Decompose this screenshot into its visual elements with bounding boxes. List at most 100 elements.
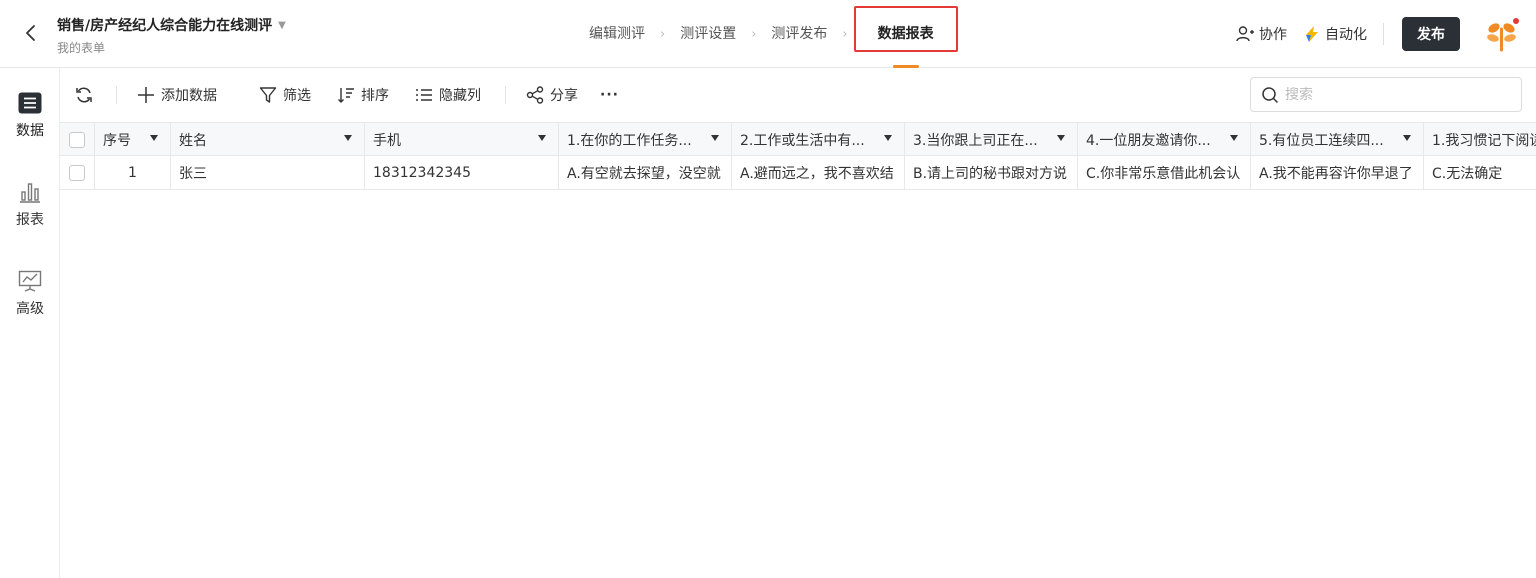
top-header: 销售/房产经纪人综合能力在线测评 ▼ 我的表单 编辑测评 › 测评设置 › 测评发… bbox=[0, 0, 1536, 68]
caret-down-icon[interactable] bbox=[344, 135, 352, 141]
caret-down-icon: ▼ bbox=[278, 20, 286, 31]
sidebar-item-label: 高级 bbox=[16, 301, 44, 317]
column-header[interactable]: 2.工作或生活中有... bbox=[732, 123, 905, 157]
form-subtitle: 我的表单 bbox=[57, 41, 106, 55]
refresh-button[interactable] bbox=[74, 85, 100, 105]
sidebar-item-data[interactable]: 数据 bbox=[0, 92, 60, 162]
collaborate-button[interactable]: 协作 bbox=[1235, 24, 1287, 44]
chevron-right-icon: › bbox=[660, 26, 666, 42]
data-toolbar: 添加数据 筛选 排序 隐藏列 分享 ··· bbox=[60, 68, 1536, 122]
search-input[interactable] bbox=[1285, 86, 1505, 103]
filter-button[interactable]: 筛选 bbox=[259, 85, 311, 105]
divider bbox=[505, 86, 506, 104]
column-header-label: 1.我习惯记下阅读 bbox=[1432, 133, 1536, 149]
column-header[interactable]: 3.当你跟上司正在... bbox=[905, 123, 1078, 157]
cell-answer[interactable]: A.有空就去探望，没空就 bbox=[559, 156, 732, 190]
add-user-icon bbox=[1236, 26, 1254, 42]
filter-icon bbox=[259, 87, 277, 103]
hide-columns-button[interactable]: 隐藏列 bbox=[415, 85, 481, 105]
hide-columns-label: 隐藏列 bbox=[439, 88, 481, 104]
row-select-cell bbox=[60, 156, 95, 190]
table-row[interactable]: 1 张三 18312342345 A.有空就去探望，没空就 A.避而远之，我不喜… bbox=[60, 156, 1536, 190]
cell-answer[interactable]: C.无法确定 bbox=[1424, 156, 1536, 190]
automation-label: 自动化 bbox=[1325, 27, 1367, 43]
column-header-label: 姓名 bbox=[179, 133, 207, 149]
list-icon bbox=[18, 92, 42, 114]
filter-label: 筛选 bbox=[283, 88, 311, 104]
sort-button[interactable]: 排序 bbox=[337, 85, 389, 105]
caret-down-icon[interactable] bbox=[538, 135, 546, 141]
column-header[interactable]: 序号 bbox=[95, 123, 171, 157]
presentation-chart-icon bbox=[18, 270, 42, 292]
select-all-cell bbox=[60, 123, 95, 157]
sidebar-item-advanced[interactable]: 高级 bbox=[0, 270, 60, 340]
list-lines-icon bbox=[416, 89, 432, 101]
cell-answer[interactable]: A.避而远之，我不喜欢结 bbox=[732, 156, 905, 190]
step-data-report[interactable]: 数据报表 bbox=[853, 0, 958, 68]
column-header[interactable]: 1.在你的工作任务... bbox=[559, 123, 732, 157]
highlight-box bbox=[853, 6, 958, 52]
add-data-label: 添加数据 bbox=[161, 88, 217, 104]
collaborate-label: 协作 bbox=[1259, 27, 1287, 43]
caret-down-icon[interactable] bbox=[711, 135, 719, 141]
column-header-label: 2.工作或生活中有... bbox=[740, 133, 865, 149]
step-publish[interactable]: 测评发布 bbox=[762, 0, 836, 68]
column-header[interactable]: 姓名 bbox=[171, 123, 365, 157]
column-header-label: 5.有位员工连续四... bbox=[1259, 133, 1384, 149]
table-header-row: 序号 姓名 手机 1.在你的工作任务... 2.工作或生活中有... 3.当你跟… bbox=[60, 122, 1536, 157]
form-title-dropdown[interactable]: 销售/房产经纪人综合能力在线测评 ▼ bbox=[57, 15, 286, 35]
add-data-button[interactable]: 添加数据 bbox=[137, 85, 217, 105]
more-button[interactable]: ··· bbox=[600, 87, 619, 103]
caret-down-icon[interactable] bbox=[1403, 135, 1411, 141]
brand-logo bbox=[1482, 14, 1522, 54]
column-header[interactable]: 4.一位朋友邀请你... bbox=[1078, 123, 1251, 157]
caret-down-icon[interactable] bbox=[150, 135, 158, 141]
column-header[interactable]: 手机 bbox=[365, 123, 559, 157]
column-header[interactable]: 5.有位员工连续四... bbox=[1251, 123, 1424, 157]
cell-index: 1 bbox=[95, 156, 171, 190]
header-actions: 协作 自动化 发布 bbox=[1235, 0, 1536, 68]
cell-name[interactable]: 张三 bbox=[171, 156, 365, 190]
bar-chart-icon bbox=[20, 183, 40, 203]
share-icon bbox=[526, 86, 544, 104]
caret-down-icon[interactable] bbox=[1057, 135, 1065, 141]
column-header-label: 3.当你跟上司正在... bbox=[913, 133, 1038, 149]
caret-down-icon[interactable] bbox=[884, 135, 892, 141]
divider bbox=[116, 86, 117, 104]
chevron-right-icon: › bbox=[842, 26, 848, 42]
step-settings[interactable]: 测评设置 bbox=[671, 0, 745, 68]
column-header-label: 手机 bbox=[373, 133, 401, 149]
column-header-label: 序号 bbox=[103, 133, 131, 149]
lightning-icon bbox=[1306, 26, 1318, 42]
step-nav: 编辑测评 › 测评设置 › 测评发布 › 数据报表 bbox=[580, 0, 958, 68]
cell-phone[interactable]: 18312342345 bbox=[365, 156, 559, 190]
row-checkbox[interactable] bbox=[69, 165, 85, 181]
refresh-icon bbox=[76, 87, 92, 103]
plus-icon bbox=[138, 87, 154, 103]
cell-answer[interactable]: B.请上司的秘书跟对方说 bbox=[905, 156, 1078, 190]
more-dots-icon: ··· bbox=[600, 87, 619, 103]
back-arrow-icon[interactable] bbox=[20, 22, 42, 44]
sort-label: 排序 bbox=[361, 88, 389, 104]
share-label: 分享 bbox=[550, 88, 578, 104]
cell-answer[interactable]: A.我不能再容许你早退了 bbox=[1251, 156, 1424, 190]
column-header[interactable]: 1.我习惯记下阅读 bbox=[1424, 123, 1536, 157]
divider bbox=[1383, 23, 1384, 45]
caret-down-icon[interactable] bbox=[1230, 135, 1238, 141]
column-header-label: 4.一位朋友邀请你... bbox=[1086, 133, 1211, 149]
sort-icon bbox=[338, 88, 354, 103]
select-all-checkbox[interactable] bbox=[69, 132, 85, 148]
sidebar-item-label: 数据 bbox=[16, 123, 44, 139]
cell-answer[interactable]: C.你非常乐意借此机会认 bbox=[1078, 156, 1251, 190]
step-edit[interactable]: 编辑测评 bbox=[580, 0, 654, 68]
sidebar-item-report[interactable]: 报表 bbox=[0, 181, 60, 251]
chevron-right-icon: › bbox=[751, 26, 757, 42]
share-button[interactable]: 分享 bbox=[526, 85, 578, 105]
column-header-label: 1.在你的工作任务... bbox=[567, 133, 692, 149]
left-sidebar: 数据 报表 高级 bbox=[0, 68, 60, 578]
search-box[interactable] bbox=[1250, 77, 1522, 112]
automation-button[interactable]: 自动化 bbox=[1303, 24, 1367, 44]
data-table: 序号 姓名 手机 1.在你的工作任务... 2.工作或生活中有... 3.当你跟… bbox=[60, 122, 1536, 190]
form-title: 销售/房产经纪人综合能力在线测评 bbox=[57, 18, 273, 34]
publish-button[interactable]: 发布 bbox=[1402, 17, 1460, 51]
